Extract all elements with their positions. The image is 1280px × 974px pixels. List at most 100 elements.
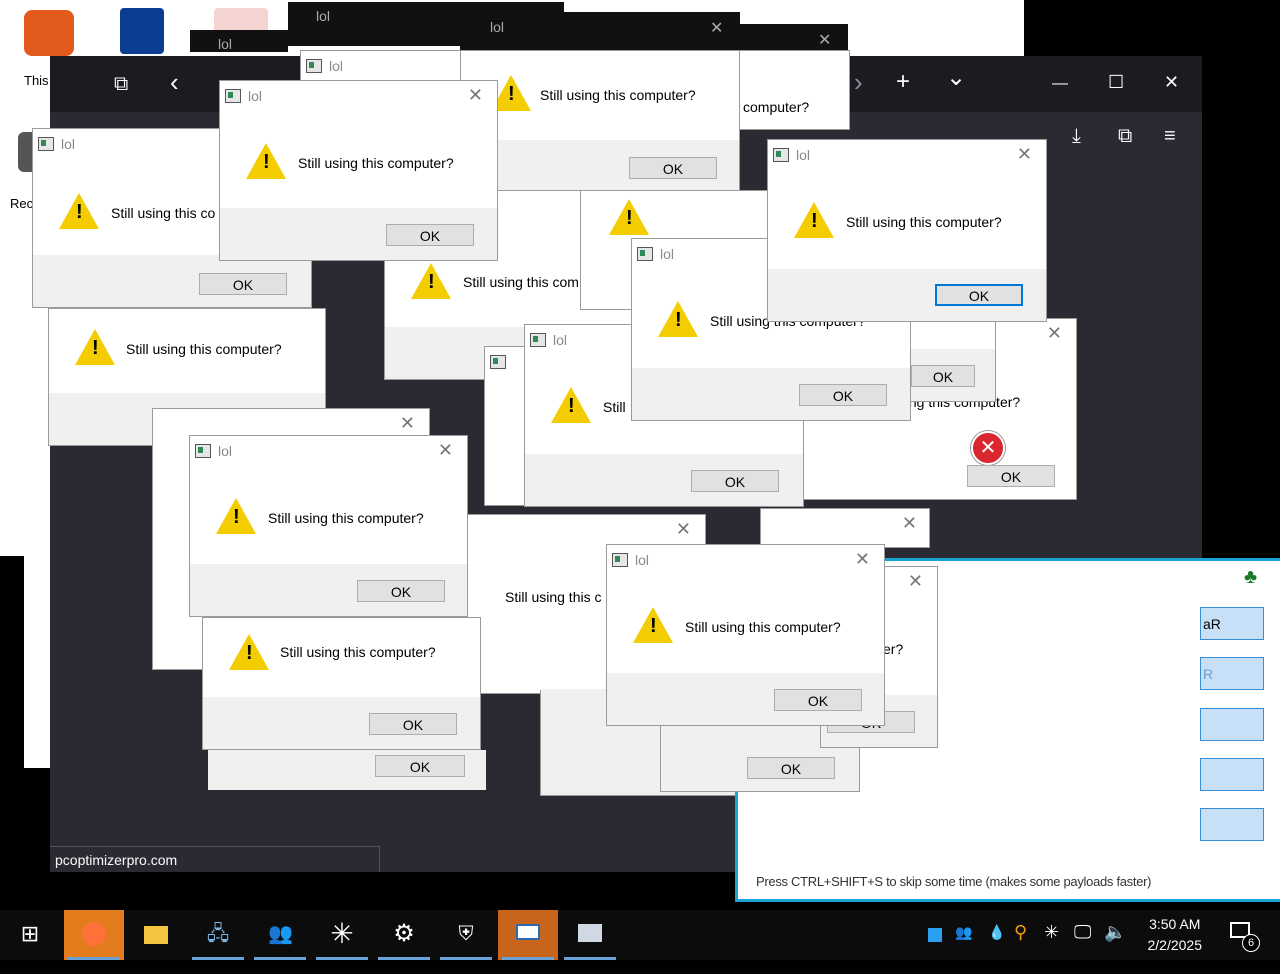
titlebar-strip	[190, 30, 288, 52]
dialog-message: Still using this computer?	[268, 510, 424, 526]
dialog-message: Still using this com	[463, 274, 579, 290]
side-button-3[interactable]	[1200, 708, 1264, 741]
ok-button[interactable]: OK	[375, 755, 465, 777]
ok-button[interactable]: OK	[911, 365, 975, 387]
press-ctrl-shift-s-hint: Press CTRL+SHIFT+S to skip some time (ma…	[756, 874, 1152, 889]
search-key-icon[interactable]: ⚲	[1014, 922, 1027, 972]
dialog-message: Still using this c	[505, 589, 602, 605]
close-icon[interactable]: ✕	[818, 30, 831, 50]
side-button-1[interactable]: aR	[1200, 607, 1264, 640]
app-icon	[637, 247, 653, 261]
ok-button[interactable]: OK	[691, 470, 779, 492]
ok-button[interactable]: OK	[747, 757, 835, 779]
dialog-title: lol	[218, 36, 233, 52]
windows-logo-icon: ⊞	[20, 921, 40, 946]
close-icon[interactable]: ✕	[400, 413, 415, 434]
taskbar-item-asterisk[interactable]: ✳	[312, 910, 372, 960]
warning-icon: !	[609, 199, 649, 235]
asterisk-icon: ✳	[330, 918, 354, 949]
app-icon	[612, 553, 628, 567]
side-button-5[interactable]	[1200, 808, 1264, 841]
desktop-icon-image-2[interactable]	[120, 8, 164, 54]
ok-button[interactable]: OK	[369, 713, 457, 735]
app-icon	[38, 137, 54, 151]
close-icon[interactable]: ✕	[1017, 144, 1032, 165]
taskbar-item-firefox[interactable]	[64, 910, 124, 960]
close-icon[interactable]: ✕	[908, 571, 923, 592]
close-icon[interactable]: ✕	[1164, 72, 1179, 92]
close-icon[interactable]: ✕	[468, 85, 483, 106]
back-chevron-icon[interactable]: ‹	[170, 69, 179, 95]
close-icon[interactable]: ✕	[438, 440, 453, 461]
file-explorer-icon	[144, 926, 168, 944]
side-button-2[interactable]: R	[1200, 657, 1264, 690]
list-tabs-chevron-icon[interactable]: ⌄	[946, 66, 966, 90]
taskbar-item-monitor-app[interactable]	[560, 910, 620, 960]
dialog-title: lol	[635, 552, 650, 568]
taskbar-item-network-wizard[interactable]: 🖧	[188, 910, 248, 960]
notification-count-badge: 6	[1242, 934, 1260, 952]
message-dialog: lol ✕ ! Still using this computer? OK	[606, 544, 885, 726]
volume-icon[interactable]: 🔈	[1104, 922, 1126, 972]
desktop-icon-label[interactable]: This	[24, 73, 49, 88]
taskbar-item-security[interactable]: ⛨	[436, 910, 496, 960]
start-button[interactable]: ⊞	[0, 910, 60, 960]
app-menu-icon[interactable]: ≡	[1164, 126, 1176, 146]
taskbar-item-settings[interactable]: ⚙	[374, 910, 434, 960]
dialog-message: Still using this computer?	[685, 619, 841, 635]
downloads-icon[interactable]: ⤓	[1072, 126, 1081, 146]
window-app-icon	[516, 924, 540, 940]
close-icon[interactable]: ✕	[1047, 323, 1062, 344]
ok-button[interactable]: OK	[357, 580, 445, 602]
ok-button[interactable]: OK	[935, 284, 1023, 306]
message-dialog: ✕	[760, 508, 930, 548]
ok-button[interactable]: OK	[799, 384, 887, 406]
app-icon	[225, 89, 241, 103]
star-icon[interactable]: ✳	[1044, 922, 1059, 972]
taskbar-item-file-explorer[interactable]	[126, 910, 186, 960]
ok-button[interactable]: OK	[967, 465, 1055, 487]
recycle-bin-label[interactable]: Rec	[10, 196, 33, 211]
ok-button[interactable]: OK	[774, 689, 862, 711]
network-icon[interactable]: 🖵	[1074, 922, 1091, 972]
maximize-icon[interactable]: ☐	[1108, 72, 1124, 92]
extensions-icon[interactable]: ⧉	[1118, 126, 1132, 146]
taskbar-item-window-app[interactable]	[498, 910, 558, 960]
app-icon	[195, 444, 211, 458]
ok-button[interactable]: OK	[199, 273, 287, 295]
forward-chevron-icon[interactable]: ›	[854, 69, 863, 95]
ok-button[interactable]: OK	[386, 224, 474, 246]
settings-gear-icon: ⚙	[393, 920, 415, 947]
dialog-message: Still using this computer?	[298, 155, 454, 171]
app-icon	[773, 148, 789, 162]
message-dialog: ! Still using this computer? OK	[460, 50, 740, 193]
clock-time: 3:50 AM	[1149, 916, 1201, 932]
clock[interactable]: 3:50 AM 2/2/2025	[1148, 914, 1203, 956]
blue-square-icon[interactable]	[928, 928, 942, 942]
dialog-title: lol	[660, 246, 675, 262]
dialog-title: lol	[490, 19, 505, 35]
desktop-icon-image[interactable]	[24, 10, 74, 56]
minimize-icon[interactable]: —	[1052, 74, 1068, 94]
people-tray-icon[interactable]: 👥	[955, 924, 972, 974]
close-icon[interactable]: ✕	[902, 513, 917, 534]
close-icon[interactable]: ✕	[676, 519, 691, 540]
close-icon[interactable]: ✕	[710, 18, 723, 38]
status-url: pcoptimizerpro.com	[50, 846, 380, 872]
close-icon[interactable]: ✕	[855, 549, 870, 570]
people-icon: 👥	[268, 923, 293, 945]
notifications-button[interactable]: 6	[1230, 922, 1260, 952]
drop-icon[interactable]: 💧	[988, 924, 1005, 974]
warning-icon: !	[658, 301, 698, 337]
network-wizard-icon: 🖧	[206, 923, 230, 945]
dialog-message: Still using this computer?	[126, 341, 282, 357]
dialog-message: Still	[603, 399, 626, 415]
warning-icon: !	[216, 498, 256, 534]
collections-icon[interactable]: ⧉	[114, 74, 128, 94]
warning-icon: !	[246, 143, 286, 179]
taskbar-item-people[interactable]: 👥	[250, 910, 310, 960]
ok-button[interactable]: OK	[629, 157, 717, 179]
side-button-4[interactable]	[1200, 758, 1264, 791]
message-dialog: ! Still using this computer? OK	[202, 617, 481, 750]
new-tab-plus-icon[interactable]: +	[896, 70, 910, 94]
